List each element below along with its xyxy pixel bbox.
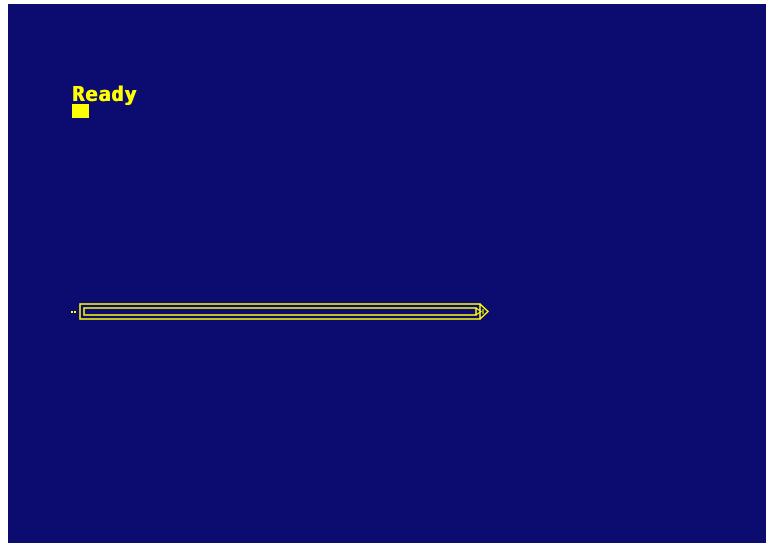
- pencil-shaped-bar-icon: [70, 303, 494, 321]
- emulator-frame: Ready: [0, 0, 766, 543]
- emulator-screen[interactable]: Ready: [8, 4, 766, 543]
- block-cursor-icon: [72, 104, 89, 118]
- ready-prompt: Ready: [72, 82, 138, 106]
